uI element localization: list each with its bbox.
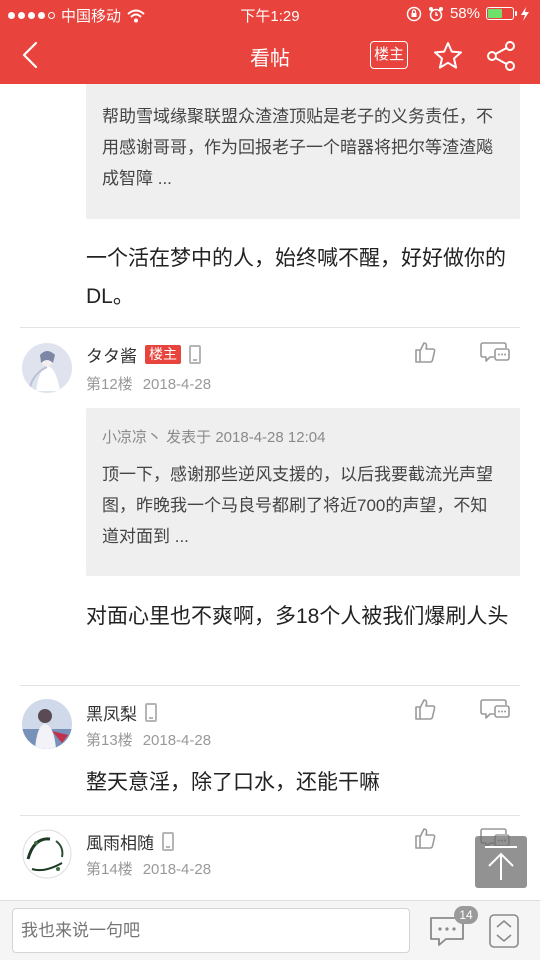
- floor-number: 第13楼: [86, 732, 133, 749]
- star-icon[interactable]: [432, 40, 464, 72]
- rotation-lock-icon: [406, 6, 422, 21]
- avatar[interactable]: [22, 343, 72, 393]
- charging-icon: [521, 6, 529, 21]
- status-bar: 中国移动 下午1:29 58%: [0, 0, 540, 28]
- post-meta: 第14楼 2018-4-28: [86, 858, 211, 879]
- thread-content[interactable]: 帮助雪域缘聚联盟众渣渣顶贴是老子的义务责任，不用感谢哥哥，作为回报老子一个暗器将…: [0, 84, 540, 900]
- reply-input[interactable]: [12, 908, 410, 953]
- post-date: 2018-4-28: [142, 376, 212, 393]
- divider: [20, 815, 520, 816]
- comment-count-badge: 14: [454, 906, 478, 924]
- phone-icon: [189, 345, 201, 364]
- like-icon[interactable]: [413, 697, 437, 721]
- username[interactable]: 黑凤梨: [86, 700, 137, 725]
- like-icon[interactable]: [413, 826, 437, 850]
- owner-badge: 楼主: [145, 345, 181, 364]
- avatar[interactable]: [22, 699, 72, 749]
- like-icon[interactable]: [413, 340, 437, 364]
- post-author: 黑凤梨: [86, 700, 157, 725]
- battery-icon: [486, 7, 517, 20]
- post-author: 風雨相随: [86, 829, 174, 854]
- reply-text: 整天意淫，除了口水，还能干嘛: [86, 771, 380, 794]
- alarm-icon: [428, 6, 443, 21]
- quote-meta: 小凉凉丶 发表于 2018-4-28 12:04: [102, 429, 326, 446]
- floor-number: 第14楼: [86, 861, 133, 878]
- post-meta: 第12楼 2018-4-28: [86, 373, 211, 394]
- post-date: 2018-4-28: [142, 861, 212, 878]
- only-owner-button[interactable]: 楼主: [370, 41, 408, 69]
- share-icon[interactable]: [484, 40, 518, 72]
- quote-text: 帮助雪域缘聚联盟众渣渣顶贴是老子的义务责任，不用感谢哥哥，作为回报老子一个暗器将…: [102, 107, 493, 188]
- post-meta: 第13楼 2018-4-28: [86, 729, 211, 750]
- battery-percent: 58%: [449, 5, 480, 22]
- quote-text: 顶一下，感谢那些逆风支援的，以后我要截流光声望图，昨晚我一个马良号都刷了将近70…: [102, 465, 493, 546]
- username[interactable]: タタ酱: [86, 342, 137, 367]
- reply-text: 一个活在梦中的人，始终喊不醒，好好做你的DL。: [86, 247, 506, 308]
- status-right: 58%: [406, 5, 530, 22]
- username[interactable]: 風雨相随: [86, 829, 154, 854]
- page-jump-icon[interactable]: [489, 914, 519, 948]
- quote-block: 帮助雪域缘聚联盟众渣渣顶贴是老子的义务责任，不用感谢哥哥，作为回报老子一个暗器将…: [86, 84, 520, 219]
- reply-text: 对面心里也不爽啊，多18个人被我们爆刷人头: [86, 605, 509, 628]
- post-date: 2018-4-28: [142, 732, 212, 749]
- divider: [20, 327, 520, 328]
- phone-icon: [162, 832, 174, 851]
- post-author: タタ酱 楼主: [86, 342, 201, 367]
- arrow-up-icon: [485, 846, 517, 880]
- quote-block: 小凉凉丶 发表于 2018-4-28 12:04 顶一下，感谢那些逆风支援的，以…: [86, 408, 520, 576]
- floor-number: 第12楼: [86, 376, 133, 393]
- comment-icon[interactable]: [480, 697, 510, 721]
- avatar[interactable]: [22, 829, 72, 879]
- divider: [20, 685, 520, 686]
- scroll-to-top-button[interactable]: [475, 836, 527, 888]
- nav-bar: 看帖 楼主: [0, 28, 540, 84]
- comment-icon[interactable]: [480, 340, 510, 364]
- phone-icon: [145, 703, 157, 722]
